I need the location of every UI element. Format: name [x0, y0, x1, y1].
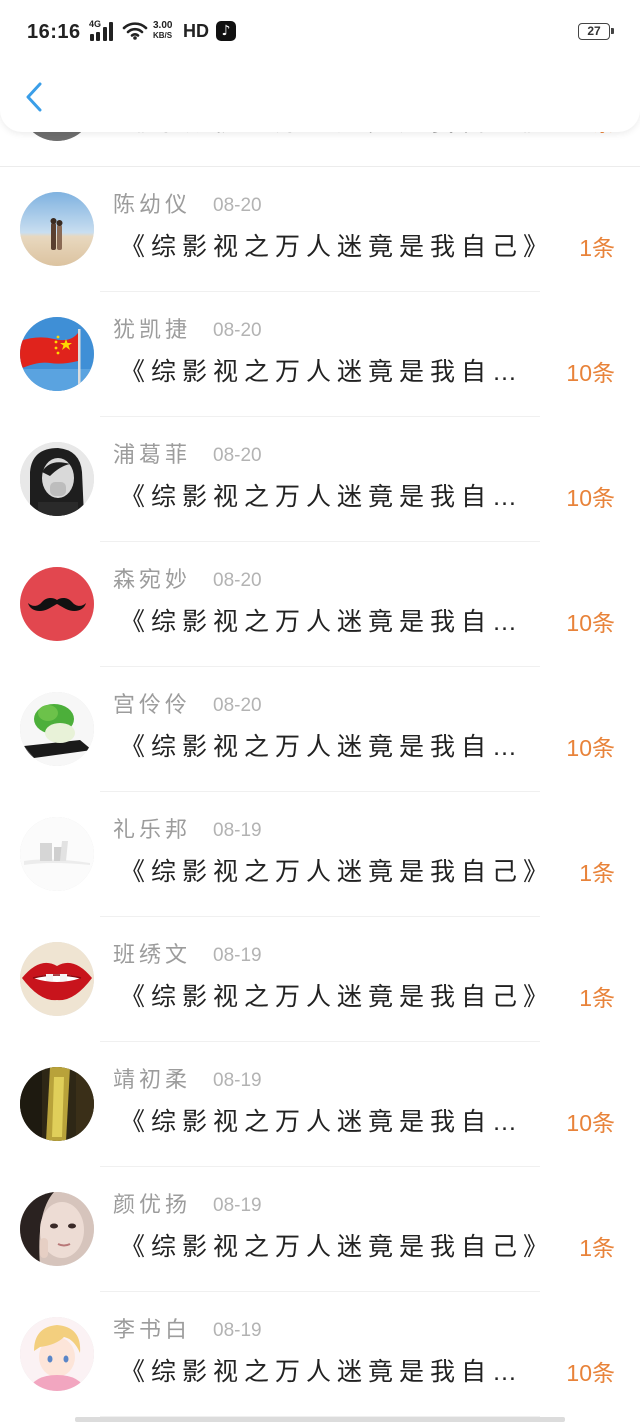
signal-bar: [109, 22, 113, 41]
top-bar: 16:16 4G 3.00 KB/S HD ♪ 27: [0, 0, 640, 132]
wifi-icon: [122, 22, 148, 40]
avatar[interactable]: [20, 567, 94, 641]
reply-count[interactable]: 10条: [566, 1108, 615, 1138]
user-name: 陈幼仪: [113, 192, 192, 217]
hd-indicator: HD: [183, 21, 209, 41]
avatar-image: [20, 442, 94, 516]
avatar-image: [20, 942, 94, 1016]
book-title: 《综影视之万人迷竟是我自…: [120, 1358, 524, 1386]
book-title: 《综影视之万人迷竟是我自…: [120, 1108, 524, 1136]
post-date: 08-19: [213, 1195, 262, 1216]
avatar-image: [20, 1192, 94, 1266]
avatar[interactable]: [20, 1317, 94, 1391]
list-item[interactable]: 犹凯捷 08-20 《综影视之万人迷竟是我自… 10条: [0, 292, 640, 417]
post-date: 08-19: [213, 820, 262, 841]
battery-icon: 27: [578, 23, 614, 40]
book-title: 《综影视之万人迷竟是我自己》: [120, 233, 555, 261]
list-item[interactable]: 森宛妙 08-20 《综影视之万人迷竟是我自… 10条: [0, 542, 640, 667]
book-title: 《综影视之万人迷竟是我自己》: [120, 983, 555, 1011]
status-time: 16:16: [27, 21, 81, 43]
avatar-image: [20, 317, 94, 391]
avatar-image: [20, 1317, 94, 1391]
list-item[interactable]: 靖初柔 08-19 《综影视之万人迷竟是我自… 10条: [0, 1042, 640, 1167]
reply-count[interactable]: 10条: [566, 733, 615, 763]
reply-count[interactable]: 10条: [566, 1358, 615, 1388]
avatar-image: [20, 1067, 94, 1141]
screen: 16:16 4G 3.00 KB/S HD ♪ 27 陈幼仪 08-20 《综影…: [0, 0, 640, 1422]
post-date: 08-19: [213, 1070, 262, 1091]
signal-icon: 4G: [88, 20, 116, 41]
signal-bar: [103, 27, 107, 41]
post-date: 08-20: [213, 570, 262, 591]
avatar-image: [20, 817, 94, 891]
reply-count[interactable]: 10条: [566, 483, 615, 513]
post-date: 08-19: [213, 945, 262, 966]
book-title: 《综影视之万人迷竟是我自己》: [120, 858, 555, 886]
speed-unit: KB/S: [153, 31, 173, 40]
signal-bar: [96, 32, 100, 41]
book-title: 《综影视之万人迷竟是我自…: [120, 608, 524, 636]
post-date: 08-20: [213, 445, 262, 466]
avatar[interactable]: [20, 442, 94, 516]
list-item[interactable]: 宫伶伶 08-20 《综影视之万人迷竟是我自… 10条: [0, 667, 640, 792]
list-item[interactable]: 礼乐邦 08-19 《综影视之万人迷竟是我自己》 1条: [0, 792, 640, 917]
user-name: 颜优扬: [113, 1192, 192, 1217]
reply-count[interactable]: 1条: [579, 233, 615, 263]
book-title: 《综影视之万人迷竟是我自己》: [120, 1233, 555, 1261]
user-name: 犹凯捷: [113, 317, 192, 342]
reply-count[interactable]: 10条: [566, 358, 615, 388]
back-button[interactable]: [16, 74, 56, 120]
post-date: 08-19: [213, 1320, 262, 1341]
reply-count[interactable]: 1条: [579, 1233, 615, 1263]
avatar[interactable]: [20, 692, 94, 766]
avatar[interactable]: [20, 1067, 94, 1141]
list-item[interactable]: 浦葛菲 08-20 《综影视之万人迷竟是我自… 10条: [0, 417, 640, 542]
signal-bar: [90, 34, 94, 41]
network-type: 4G: [89, 19, 102, 29]
reply-count[interactable]: 1条: [579, 983, 615, 1013]
bottom-indicator: [75, 1417, 565, 1422]
user-name: 浦葛菲: [113, 442, 192, 467]
list-item[interactable]: 陈幼仪 08-20 《综影视之万人迷竟是我自己》 1条: [0, 167, 640, 292]
post-date: 08-20: [213, 695, 262, 716]
avatar[interactable]: [20, 192, 94, 266]
user-name: 森宛妙: [113, 567, 192, 592]
chevron-left-icon: [26, 82, 42, 112]
book-title: 《综影视之万人迷竟是我自…: [120, 358, 524, 386]
speed-value: 3.00: [153, 20, 173, 31]
user-name: 礼乐邦: [113, 817, 192, 842]
avatar[interactable]: [20, 942, 94, 1016]
list-item[interactable]: 颜优扬 08-19 《综影视之万人迷竟是我自己》 1条: [0, 1167, 640, 1292]
user-name: 宫伶伶: [113, 692, 192, 717]
book-title: 《综影视之万人迷竟是我自…: [120, 483, 524, 511]
network-speed: 3.00 KB/S: [153, 20, 183, 42]
battery-level: 27: [587, 24, 601, 38]
user-name: 李书白: [113, 1317, 192, 1342]
avatar-image: [20, 192, 94, 266]
avatar[interactable]: [20, 1192, 94, 1266]
list-item[interactable]: 班绣文 08-19 《综影视之万人迷竟是我自己》 1条: [0, 917, 640, 1042]
avatar-image: [20, 567, 94, 641]
list-item[interactable]: 李书白 08-19 《综影视之万人迷竟是我自… 10条: [0, 1292, 640, 1417]
post-date: 08-20: [213, 320, 262, 341]
tiktok-icon: ♪: [216, 21, 236, 41]
post-date: 08-20: [213, 195, 262, 216]
user-name: 班绣文: [113, 942, 192, 967]
avatar[interactable]: [20, 817, 94, 891]
book-title: 《综影视之万人迷竟是我自…: [120, 733, 524, 761]
reply-count[interactable]: 1条: [579, 858, 615, 888]
user-name: 靖初柔: [113, 1067, 192, 1092]
comment-list: 《综影视之万人迷竟是我自己》 1条 陈幼仪 08-20 《综影视之万人迷竟是我自己》 1条…: [0, 42, 640, 1417]
avatar-image: [20, 692, 94, 766]
avatar[interactable]: [20, 317, 94, 391]
reply-count[interactable]: 10条: [566, 608, 615, 638]
